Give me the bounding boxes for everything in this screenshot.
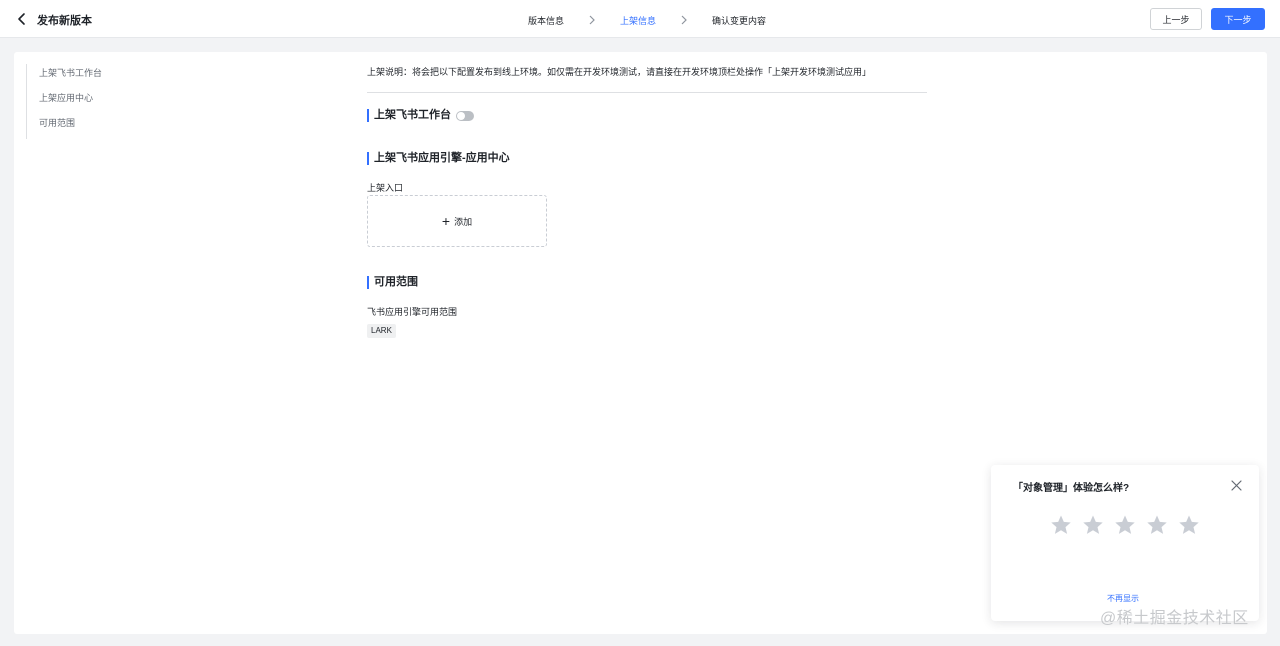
section-title-workbench: 上架飞书工作台 (367, 109, 474, 122)
star-icon[interactable] (1177, 513, 1201, 537)
watermark: @稀土掘金技术社区 (1100, 610, 1249, 627)
chevron-right-icon (680, 15, 688, 25)
close-icon[interactable] (1231, 480, 1242, 491)
anchor-item-scope[interactable]: 可用范围 (27, 114, 146, 139)
anchor-nav: 上架飞书工作台 上架应用中心 可用范围 (26, 64, 146, 139)
section-title-app-center: 上架飞书应用引擎-应用中心 (367, 152, 510, 165)
anchor-item-app-center[interactable]: 上架应用中心 (27, 89, 146, 114)
feedback-survey: 「对象管理」体验怎么样? 不再显示 (991, 465, 1259, 621)
chevron-right-icon (588, 15, 596, 25)
section-title-workbench-label: 上架飞书工作台 (374, 109, 451, 121)
scope-label: 飞书应用引擎可用范围 (367, 307, 458, 317)
dont-show-again-link[interactable]: 不再显示 (1107, 593, 1139, 604)
anchor-item-workbench[interactable]: 上架飞书工作台 (27, 64, 146, 89)
plus-icon: + (441, 213, 451, 229)
listing-notice: 上架说明：将会把以下配置发布到线上环境。如仅需在开发环境测试，请直接在开发环境顶… (367, 65, 927, 93)
step-navigation: 版本信息 上架信息 确认变更内容 (528, 13, 766, 27)
step-version-info[interactable]: 版本信息 (528, 14, 564, 27)
entry-label: 上架入口 (367, 183, 404, 193)
step-confirm-changes[interactable]: 确认变更内容 (712, 14, 766, 27)
previous-step-button[interactable]: 上一步 (1150, 8, 1202, 30)
next-step-button[interactable]: 下一步 (1211, 8, 1265, 30)
back-arrow-icon[interactable] (16, 12, 28, 26)
star-icon[interactable] (1049, 513, 1073, 537)
scope-tag: LARK (367, 324, 396, 338)
top-bar: 发布新版本 版本信息 上架信息 确认变更内容 上一步 下一步 (0, 0, 1280, 38)
page-title: 发布新版本 (37, 15, 92, 27)
survey-title: 「对象管理」体验怎么样? (1013, 483, 1130, 494)
add-entry-button[interactable]: + 添加 (367, 195, 547, 247)
section-title-scope: 可用范围 (367, 276, 418, 289)
add-entry-label: 添加 (454, 216, 473, 227)
star-icon[interactable] (1113, 513, 1137, 537)
step-listing-info[interactable]: 上架信息 (620, 14, 656, 27)
workbench-toggle[interactable] (456, 110, 474, 121)
star-icon[interactable] (1145, 513, 1169, 537)
star-rating (1049, 513, 1209, 537)
star-icon[interactable] (1081, 513, 1105, 537)
